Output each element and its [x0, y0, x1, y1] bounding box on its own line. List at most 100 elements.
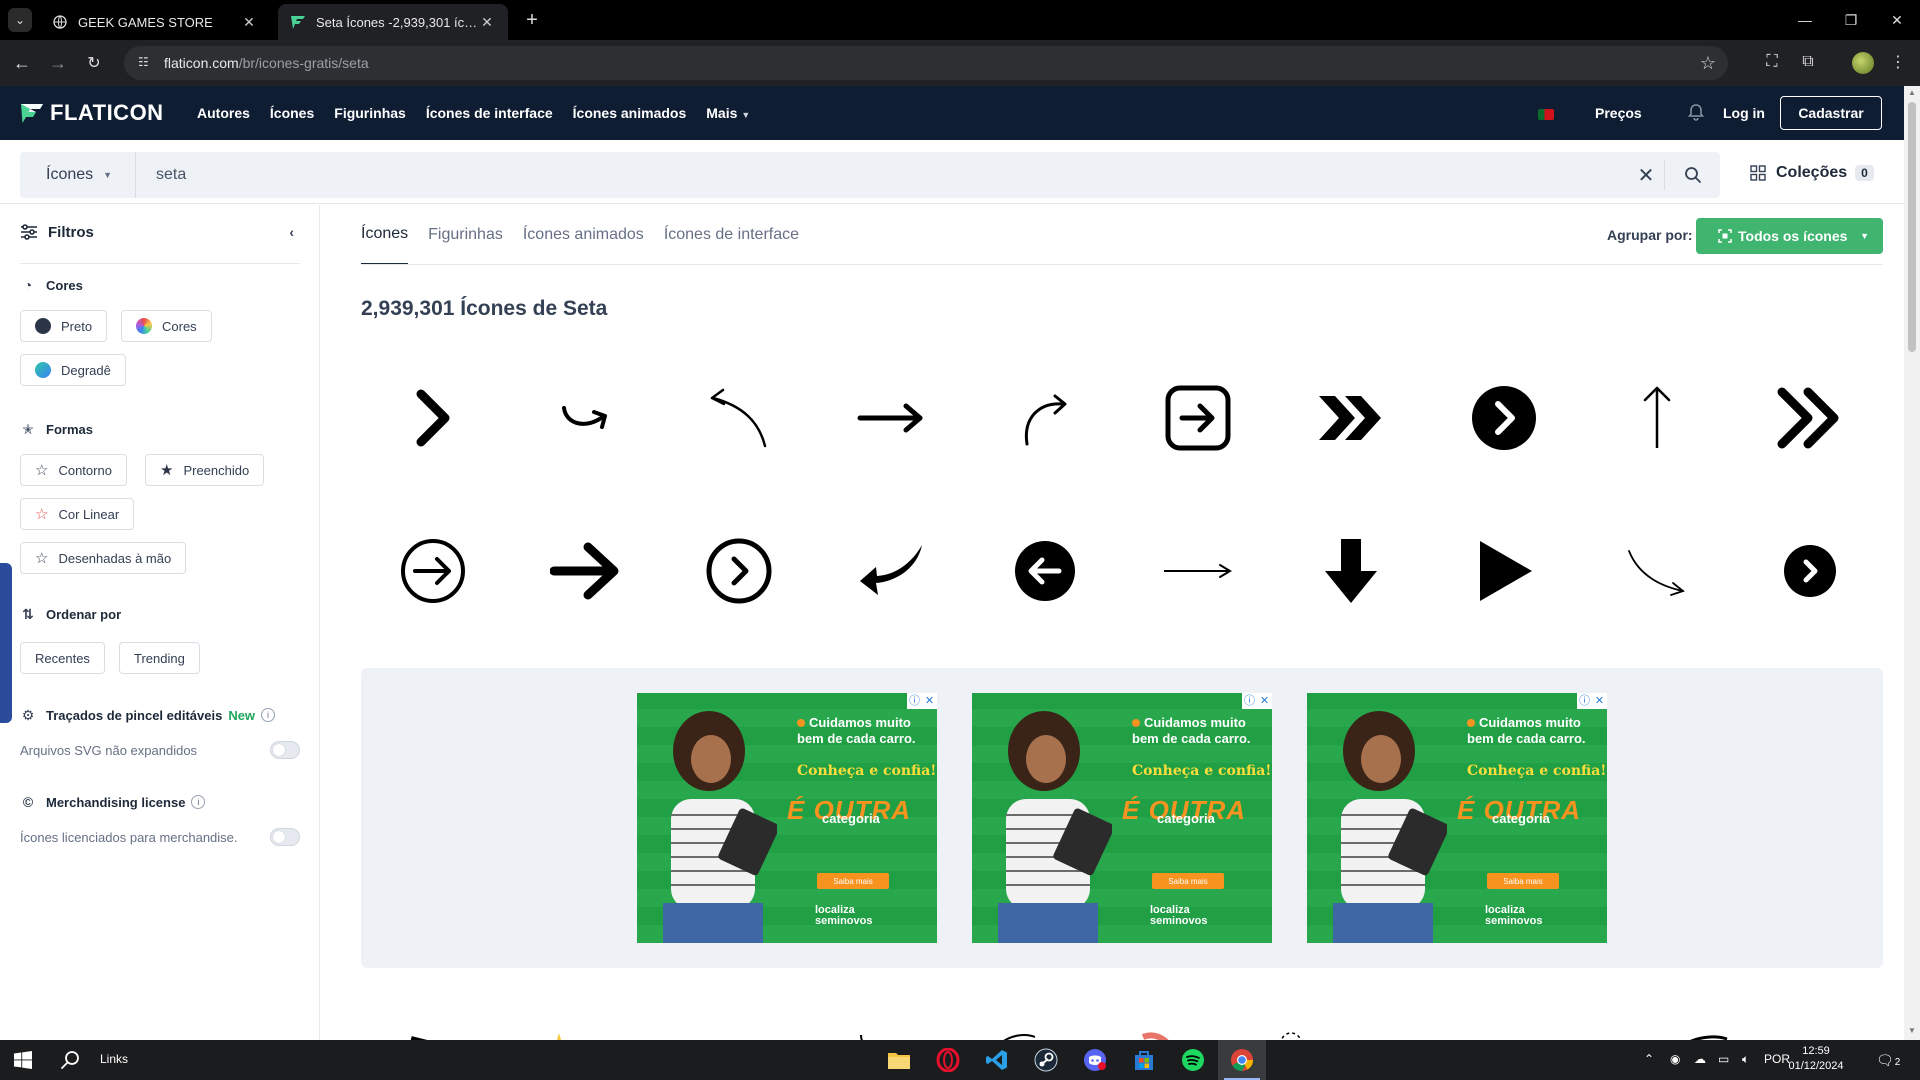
- browser-menu-icon[interactable]: ⋮: [1888, 52, 1908, 72]
- microsoft-store-icon[interactable]: [1120, 1040, 1168, 1080]
- ad-info-icon[interactable]: ⓘ: [907, 693, 922, 709]
- ad-close-icon[interactable]: ✕: [922, 693, 937, 709]
- nav-stickers[interactable]: Figurinhas: [334, 105, 406, 121]
- ad-choices[interactable]: ⓘ ✕: [907, 693, 937, 709]
- ad-close-icon[interactable]: ✕: [1257, 693, 1272, 709]
- filter-filled[interactable]: ★ Preenchido: [145, 454, 265, 486]
- nav-interface-icons[interactable]: Ícones de interface: [426, 105, 553, 121]
- nav-more[interactable]: Mais ▼: [706, 105, 750, 121]
- advertisement[interactable]: ⓘ ✕ Cuidamos muito bem de cada carro. Con…: [972, 693, 1272, 943]
- screenshot-icon[interactable]: ⛶: [1762, 52, 1782, 72]
- steam-icon[interactable]: [1022, 1040, 1070, 1080]
- scroll-up-icon[interactable]: ▲: [1908, 88, 1916, 97]
- collapse-sidebar-icon[interactable]: ‹: [289, 224, 294, 240]
- side-feedback-tab[interactable]: [0, 563, 12, 723]
- forward-icon[interactable]: →: [46, 51, 70, 75]
- ad-cta-button[interactable]: Saiba mais: [1152, 873, 1224, 889]
- opera-icon[interactable]: [924, 1040, 972, 1080]
- webcam-icon[interactable]: ◉: [1670, 1052, 1680, 1066]
- show-hidden-icons-icon[interactable]: ⌃: [1644, 1052, 1654, 1066]
- taskbar-search-icon[interactable]: [60, 1050, 80, 1070]
- tab-animated-icons[interactable]: Ícones animados: [523, 205, 644, 265]
- curved-down-arrow-icon[interactable]: [1597, 511, 1717, 631]
- spotify-icon[interactable]: [1169, 1040, 1217, 1080]
- filter-lineal-color[interactable]: ☆ Cor Linear: [20, 498, 135, 530]
- nav-animated-icons[interactable]: Ícones animados: [573, 105, 687, 121]
- filter-hand-drawn[interactable]: ☆ Desenhadas à mão: [20, 542, 187, 574]
- file-explorer-icon[interactable]: [875, 1040, 923, 1080]
- curved-back-arrow-icon[interactable]: [832, 511, 952, 631]
- circle-right-arrow-outline-icon[interactable]: [373, 511, 493, 631]
- filter-black[interactable]: Preto: [20, 310, 108, 342]
- discord-icon[interactable]: [1071, 1040, 1119, 1080]
- flaticon-logo[interactable]: FLATICON: [20, 100, 164, 126]
- sort-recent[interactable]: Recentes: [20, 642, 105, 674]
- ad-info-icon[interactable]: ⓘ: [1242, 693, 1257, 709]
- search-button[interactable]: [1664, 160, 1720, 190]
- play-triangle-icon[interactable]: [1444, 511, 1564, 631]
- curved-arrow-icon[interactable]: [526, 358, 646, 478]
- notifications-icon[interactable]: 🗨︎2: [1876, 1052, 1900, 1069]
- bell-icon[interactable]: [1687, 103, 1705, 121]
- tab-stickers[interactable]: Figurinhas: [428, 205, 503, 265]
- close-tab-icon[interactable]: ✕: [240, 14, 258, 31]
- language-flag-icon[interactable]: [1538, 109, 1554, 120]
- merch-toggle[interactable]: [270, 828, 300, 846]
- advertisement[interactable]: ⓘ ✕ Cuidamos muito bem de cada carro. Con…: [1307, 693, 1607, 943]
- clear-search-icon[interactable]: ✕: [1628, 163, 1664, 188]
- down-arrow-filled-icon[interactable]: [1291, 511, 1411, 631]
- circle-left-arrow-filled-icon[interactable]: [985, 511, 1105, 631]
- site-info-icon[interactable]: ☷: [138, 55, 154, 71]
- signup-button[interactable]: Cadastrar: [1780, 96, 1882, 130]
- restore-icon[interactable]: ❐: [1828, 0, 1874, 40]
- browser-tab-geek-games[interactable]: GEEK GAMES STORE ✕: [40, 4, 270, 40]
- profile-avatar[interactable]: [1852, 52, 1874, 74]
- page-scrollbar[interactable]: ▲ ▼: [1904, 86, 1920, 1040]
- curved-up-right-arrow-icon[interactable]: [985, 358, 1105, 478]
- login-link[interactable]: Log in: [1723, 105, 1765, 121]
- long-right-arrow-icon[interactable]: [832, 358, 952, 478]
- bookmark-star-icon[interactable]: ☆: [1700, 53, 1716, 74]
- tab-icons[interactable]: Ícones: [361, 205, 409, 265]
- back-icon[interactable]: ←: [10, 51, 34, 75]
- double-chevron-right-icon[interactable]: [1750, 358, 1870, 478]
- pricing-link[interactable]: Preços: [1595, 105, 1642, 121]
- taskbar-links-toolbar[interactable]: Links: [100, 1052, 128, 1066]
- chrome-icon[interactable]: [1218, 1040, 1266, 1080]
- vscode-icon[interactable]: [973, 1040, 1021, 1080]
- filter-gradient[interactable]: Degradê: [20, 354, 126, 386]
- info-icon[interactable]: i: [261, 708, 276, 722]
- back-curved-arrow-icon[interactable]: [679, 358, 799, 478]
- search-type-dropdown[interactable]: Ícones ▼: [20, 152, 136, 198]
- sort-trending[interactable]: Trending: [119, 642, 200, 674]
- ad-cta-button[interactable]: Saiba mais: [1487, 873, 1559, 889]
- tab-interface-icons[interactable]: Ícones de interface: [664, 205, 799, 265]
- network-icon[interactable]: ▭: [1718, 1052, 1729, 1066]
- ad-close-icon[interactable]: ✕: [1592, 693, 1607, 709]
- close-tab-icon[interactable]: ✕: [478, 14, 496, 31]
- circle-chevron-outline-icon[interactable]: [679, 511, 799, 631]
- thin-right-arrow-icon[interactable]: [1138, 511, 1258, 631]
- up-arrow-thin-icon[interactable]: [1597, 358, 1717, 478]
- advertisement[interactable]: ⓘ ✕ Cuidamos muito bem de cada carro. Con…: [637, 693, 937, 943]
- search-input[interactable]: [136, 152, 1628, 198]
- info-icon[interactable]: i: [191, 795, 206, 809]
- close-window-icon[interactable]: ✕: [1874, 0, 1920, 40]
- nav-icons[interactable]: Ícones: [270, 105, 314, 121]
- ad-info-icon[interactable]: ⓘ: [1577, 693, 1592, 709]
- collections-button[interactable]: Coleções 0: [1750, 164, 1874, 182]
- ad-choices[interactable]: ⓘ ✕: [1242, 693, 1272, 709]
- ad-choices[interactable]: ⓘ ✕: [1577, 693, 1607, 709]
- extensions-icon[interactable]: ⧉: [1798, 52, 1818, 72]
- square-right-arrow-icon[interactable]: [1138, 358, 1258, 478]
- double-chevron-filled-icon[interactable]: [1291, 358, 1411, 478]
- nav-authors[interactable]: Autores: [197, 105, 250, 121]
- ad-cta-button[interactable]: Saiba mais: [817, 873, 889, 889]
- chevron-right-icon[interactable]: [373, 358, 493, 478]
- scroll-down-icon[interactable]: ▼: [1908, 1026, 1916, 1035]
- bold-right-arrow-icon[interactable]: [526, 511, 646, 631]
- new-tab-button[interactable]: +: [520, 8, 544, 32]
- windows-start-icon[interactable]: [14, 1051, 32, 1069]
- onedrive-cloud-icon[interactable]: ☁: [1694, 1052, 1706, 1066]
- scrollbar-thumb[interactable]: [1908, 102, 1916, 352]
